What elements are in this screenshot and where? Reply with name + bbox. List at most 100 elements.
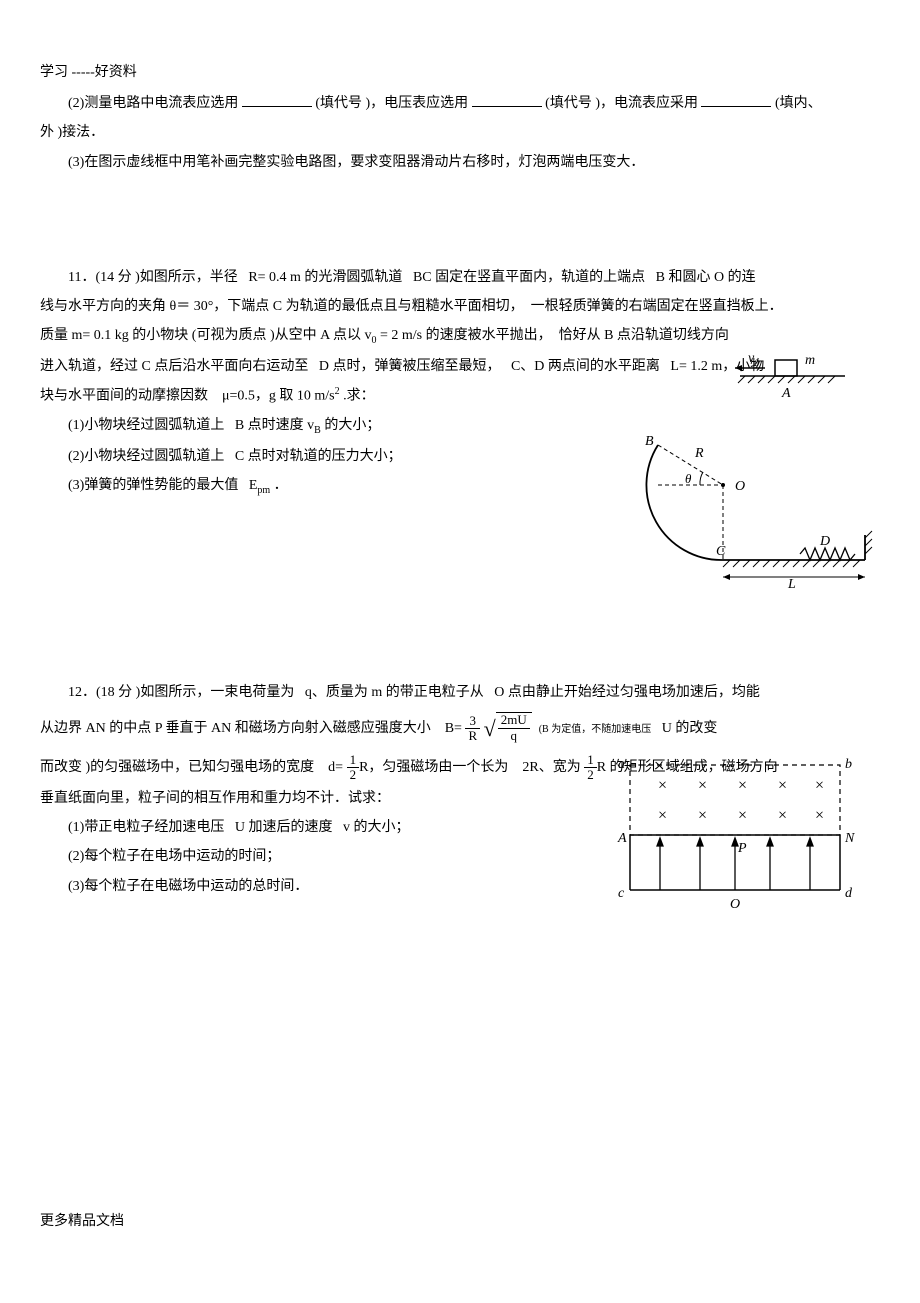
- blank-voltmeter: [472, 93, 542, 107]
- label-O: O: [735, 479, 745, 494]
- denominator: R: [465, 729, 480, 743]
- text: U 加速后的速度: [235, 820, 333, 835]
- q11-figure: v0 m A B R θ O: [620, 350, 880, 600]
- text: (B 为定值，不随加速电压: [539, 724, 652, 735]
- label-d2: d: [845, 886, 853, 901]
- text: O 点由静止开始经过匀强电场加速后，均能: [494, 685, 760, 700]
- label-c: c: [618, 886, 625, 901]
- sup-two: 2: [335, 386, 340, 397]
- text: = 2 m/s 的速度被水平抛出，: [380, 328, 552, 343]
- text: d=: [328, 760, 343, 775]
- sub-pm: pm: [257, 485, 270, 496]
- text: (2)测量电路中电流表应选用: [68, 96, 238, 111]
- text: (填内、: [775, 96, 822, 111]
- text: BC 固定在竖直平面内，轨道的上端点: [413, 270, 645, 285]
- label-theta: θ: [685, 471, 692, 486]
- text: C 点时对轨道的压力大小；: [235, 449, 402, 464]
- svg-text:×: ×: [778, 777, 787, 794]
- numerator: 3: [465, 714, 480, 729]
- text: U 的改变: [662, 721, 718, 736]
- question-11: 11．(14 分 )如图所示，半径 R= 0.4 m 的光滑圆弧轨道 BC 固定…: [40, 265, 880, 500]
- label-a: a: [618, 757, 625, 772]
- text: 进入轨道，经过 C 点后沿水平面向右运动至: [40, 359, 308, 374]
- fraction-1-2b: 1 2: [584, 753, 597, 783]
- label-C: C: [716, 544, 726, 559]
- svg-text:×: ×: [815, 807, 824, 824]
- text: (填代号 )，电压表应选用: [315, 96, 468, 111]
- label-L: L: [787, 577, 796, 592]
- text: 2R、宽为: [522, 760, 580, 775]
- text: 一根轻质弹簧的右端固定在竖直挡板上．: [531, 299, 783, 314]
- label-A2: A: [617, 831, 627, 846]
- text: v 的大小；: [343, 820, 410, 835]
- q12-figure: a b A N × × × × × × × × × × c d P: [610, 750, 860, 930]
- q-top-line2: (2)测量电路中电流表应选用 (填代号 )，电压表应选用 (填代号 )，电流表应…: [40, 91, 880, 116]
- text: 11．(14 分 )如图所示，半径: [68, 270, 238, 285]
- denominator: 2: [584, 768, 597, 782]
- numerator: 1: [347, 753, 360, 768]
- label-O2: O: [730, 897, 740, 912]
- text: (2)小物块经过圆弧轨道上: [68, 449, 224, 464]
- svg-text:×: ×: [815, 777, 824, 794]
- q11-l2: 线与水平方向的夹角 θ＝ 30°，下端点 C 为轨道的最低点且与粗糙水平面相切，…: [40, 294, 880, 319]
- svg-text:×: ×: [698, 807, 707, 824]
- label-A: A: [781, 386, 791, 401]
- q12-l2: 从边界 AN 的中点 P 垂直于 AN 和磁场方向射入磁感应强度大小 B= 3 …: [40, 709, 880, 749]
- denominator: q: [498, 729, 530, 743]
- label-m: m: [805, 353, 815, 368]
- text: R，匀强磁场由一个长为: [359, 760, 508, 775]
- svg-text:×: ×: [738, 777, 747, 794]
- label-D: D: [819, 534, 830, 549]
- page-header: 学习 -----好资料: [40, 60, 880, 85]
- page-footer: 更多精品文档: [40, 1209, 880, 1234]
- svg-text:×: ×: [658, 777, 667, 794]
- denominator: 2: [347, 768, 360, 782]
- sub-b: B: [314, 425, 321, 436]
- q11-l3: 质量 m= 0.1 kg 的小物块 (可视为质点 )从空中 A 点以 v0 = …: [40, 323, 880, 350]
- text: B 和圆心 O 的连: [656, 270, 756, 285]
- label-B: B: [645, 434, 654, 449]
- text: (1)小物块经过圆弧轨道上: [68, 418, 224, 433]
- label-b: b: [845, 757, 852, 772]
- label-N: N: [844, 831, 855, 846]
- blank-method: [701, 93, 771, 107]
- q12-l1: 12．(18 分 )如图所示，一束电荷量为 q、质量为 m 的带正电粒子从 O …: [40, 680, 880, 705]
- text: (填代号 )，电流表应采用: [545, 96, 698, 111]
- text: 从边界 AN 的中点 P 垂直于 AN 和磁场方向射入磁感应强度大小: [40, 721, 431, 736]
- q-top-line2b: 外 )接法．: [40, 120, 880, 145]
- text: 12．(18 分 )如图所示，一束电荷量为: [68, 685, 294, 700]
- text: 的大小；: [324, 418, 380, 433]
- text: B=: [445, 721, 462, 736]
- svg-text:×: ×: [778, 807, 787, 824]
- label-R: R: [694, 446, 704, 461]
- text: .求：: [343, 389, 375, 404]
- svg-text:×: ×: [698, 777, 707, 794]
- text: B 点时速度 v: [235, 418, 314, 433]
- text: (1)带正电粒子经加速电压: [68, 820, 224, 835]
- text: 线与水平方向的夹角 θ＝ 30°，下端点 C 为轨道的最低点且与粗糙水平面相切，: [40, 299, 524, 314]
- text: 质量 m= 0.1 kg 的小物块 (可视为质点 )从空中 A 点以 v: [40, 328, 371, 343]
- text: ．: [274, 478, 288, 493]
- text: q、质量为 m 的带正电粒子从: [305, 685, 484, 700]
- fraction-3R: 3 R: [465, 714, 480, 744]
- sub-zero: 0: [371, 335, 376, 346]
- svg-text:×: ×: [738, 807, 747, 824]
- text: D 点时，弹簧被压缩至最短，: [319, 359, 501, 374]
- question-12: 12．(18 分 )如图所示，一束电荷量为 q、质量为 m 的带正电粒子从 O …: [40, 680, 880, 899]
- svg-text:×: ×: [658, 807, 667, 824]
- q11-l1: 11．(14 分 )如图所示，半径 R= 0.4 m 的光滑圆弧轨道 BC 固定…: [40, 265, 880, 290]
- sqrt-2mUq: √ 2mU q: [484, 709, 532, 749]
- numerator: 1: [584, 753, 597, 768]
- q-top-line3: (3)在图示虚线框中用笔补画完整实验电路图，要求变阻器滑动片右移时，灯泡两端电压…: [40, 150, 880, 175]
- blank-ammeter: [242, 93, 312, 107]
- text: μ=0.5，g 取 10 m/s: [222, 389, 335, 404]
- label-P: P: [737, 841, 747, 856]
- text: 而改变 )的匀强磁场中，已知匀强电场的宽度: [40, 760, 314, 775]
- fraction-2mU-q: 2mU q: [498, 713, 530, 743]
- text: 块与水平面间的动摩擦因数: [40, 389, 208, 404]
- numerator: 2mU: [498, 713, 530, 728]
- text: 恰好从 B 点沿轨道切线方向: [559, 328, 729, 343]
- label-v0: v0: [748, 351, 759, 368]
- text: R= 0.4 m 的光滑圆弧轨道: [248, 270, 402, 285]
- text: (3)弹簧的弹性势能的最大值: [68, 478, 238, 493]
